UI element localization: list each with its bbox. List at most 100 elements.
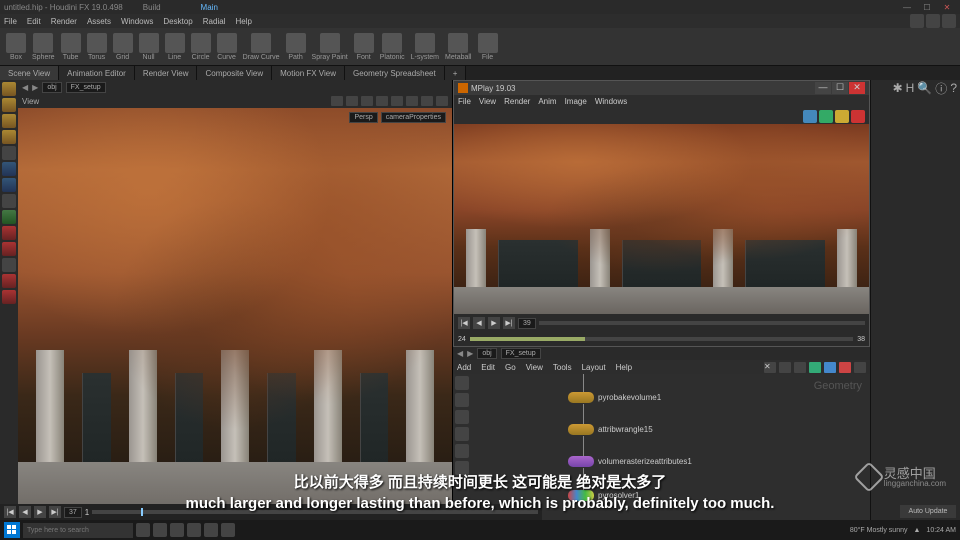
- h-icon[interactable]: H: [906, 81, 915, 95]
- construct-icon[interactable]: [2, 210, 16, 224]
- net-tool-icon[interactable]: ✕: [764, 362, 776, 373]
- snap-icon[interactable]: [2, 194, 16, 208]
- view-label[interactable]: View: [22, 97, 39, 106]
- menu-render[interactable]: Render: [51, 17, 77, 26]
- move-icon[interactable]: [2, 98, 16, 112]
- mplay-tool-icon[interactable]: [819, 110, 833, 123]
- net-tool-icon[interactable]: [824, 362, 836, 373]
- rotate-icon[interactable]: [2, 114, 16, 128]
- net-tool-icon[interactable]: [839, 362, 851, 373]
- tab-spreadsheet[interactable]: Geometry Spreadsheet: [345, 66, 445, 80]
- rec2-icon[interactable]: [2, 290, 16, 304]
- vp-icon[interactable]: [406, 96, 418, 106]
- net-fwd-icon[interactable]: ▶: [467, 349, 473, 358]
- frame-slider[interactable]: [539, 321, 865, 325]
- pyro-icon[interactable]: [2, 242, 16, 256]
- vp-camera[interactable]: cameraProperties: [381, 112, 446, 123]
- task-icon[interactable]: [136, 523, 150, 537]
- tl-play-button[interactable]: ▶: [34, 506, 46, 518]
- shelf-lsystem[interactable]: L-system: [411, 33, 439, 61]
- range-slider[interactable]: [470, 337, 853, 341]
- misc-icon[interactable]: [2, 258, 16, 272]
- net-back-icon[interactable]: ◀: [457, 349, 463, 358]
- camera-icon[interactable]: [942, 14, 956, 28]
- mplay-tool-icon[interactable]: [851, 110, 865, 123]
- shelf-box[interactable]: Box: [6, 33, 26, 61]
- info-icon[interactable]: ⓘ: [935, 80, 947, 97]
- tl-frame[interactable]: 37: [64, 507, 82, 518]
- net-side-icon[interactable]: [455, 427, 469, 441]
- maximize-button[interactable]: ☐: [918, 3, 936, 12]
- help-icon[interactable]: ?: [950, 81, 957, 95]
- rec-icon[interactable]: [2, 274, 16, 288]
- net-side-icon[interactable]: [455, 461, 469, 475]
- shelf-platonic[interactable]: Platonic: [380, 33, 405, 61]
- net-tool-icon[interactable]: [794, 362, 806, 373]
- network-canvas[interactable]: Geometry pyrobakevolume1 attribwrangle15…: [453, 374, 870, 520]
- path-obj[interactable]: obj: [42, 82, 61, 93]
- net-menu-help[interactable]: Help: [616, 363, 632, 372]
- menu-desktop[interactable]: Desktop: [163, 17, 192, 26]
- mplay-menu-view[interactable]: View: [479, 97, 496, 106]
- net-menu-edit[interactable]: Edit: [481, 363, 495, 372]
- task-icon[interactable]: [153, 523, 167, 537]
- net-menu-view[interactable]: View: [526, 363, 543, 372]
- tab-scene-view[interactable]: Scene View: [0, 66, 59, 80]
- net-side-icon[interactable]: [455, 444, 469, 458]
- shelf-null[interactable]: Null: [139, 33, 159, 61]
- tray-icon[interactable]: ▲: [913, 527, 920, 534]
- net-path-obj[interactable]: obj: [477, 348, 496, 359]
- tl-prev-button[interactable]: ◀: [19, 506, 31, 518]
- mplay-close-button[interactable]: ✕: [849, 82, 865, 94]
- menu-windows[interactable]: Windows: [121, 17, 153, 26]
- sim-icon[interactable]: [2, 226, 16, 240]
- menu-assets[interactable]: Assets: [87, 17, 111, 26]
- menu-radial[interactable]: Radial: [203, 17, 226, 26]
- task-icon[interactable]: [187, 523, 201, 537]
- path-fwd-icon[interactable]: ▶: [32, 83, 38, 92]
- shelf-tube[interactable]: Tube: [61, 33, 81, 61]
- vp-icon[interactable]: [436, 96, 448, 106]
- net-side-icon[interactable]: [455, 376, 469, 390]
- path-back-icon[interactable]: ◀: [22, 83, 28, 92]
- net-path-scene[interactable]: FX_setup: [501, 348, 541, 359]
- shelf-metaball[interactable]: Metaball: [445, 33, 471, 61]
- clock[interactable]: 10:24 AM: [926, 527, 956, 534]
- tool2-icon[interactable]: [2, 178, 16, 192]
- cloud-icon[interactable]: [910, 14, 924, 28]
- net-tool-icon[interactable]: [779, 362, 791, 373]
- shelf-font[interactable]: Font: [354, 33, 374, 61]
- next-frame-button[interactable]: ▶|: [503, 317, 515, 329]
- auto-update-button[interactable]: Auto Update: [900, 505, 956, 518]
- search-icon[interactable]: 🔍: [917, 81, 932, 95]
- first-frame-button[interactable]: |◀: [458, 317, 470, 329]
- shelf-sphere[interactable]: Sphere: [32, 33, 55, 61]
- close-button[interactable]: ✕: [938, 3, 956, 12]
- net-side-icon[interactable]: [455, 410, 469, 424]
- tab-render-view[interactable]: Render View: [135, 66, 198, 80]
- shelf-file[interactable]: File: [478, 33, 498, 61]
- shelf-grid[interactable]: Grid: [113, 33, 133, 61]
- vp-icon[interactable]: [391, 96, 403, 106]
- taskbar-search[interactable]: Type here to search: [23, 523, 133, 538]
- node-attribwrangle[interactable]: attribwrangle15: [568, 424, 653, 435]
- mplay-tool-icon[interactable]: [835, 110, 849, 123]
- mplay-menu-file[interactable]: File: [458, 97, 471, 106]
- net-menu-add[interactable]: Add: [457, 363, 471, 372]
- vp-icon[interactable]: [361, 96, 373, 106]
- net-side-icon[interactable]: [455, 393, 469, 407]
- tab-animation[interactable]: Animation Editor: [59, 66, 135, 80]
- net-tool-icon[interactable]: [854, 362, 866, 373]
- task-icon[interactable]: [204, 523, 218, 537]
- task-icon[interactable]: [170, 523, 184, 537]
- minimize-button[interactable]: —: [898, 3, 916, 12]
- mplay-menu-image[interactable]: Image: [565, 97, 587, 106]
- menu-file[interactable]: File: [4, 17, 17, 26]
- select-icon[interactable]: [2, 82, 16, 96]
- play-button[interactable]: ▶: [488, 317, 500, 329]
- net-menu-layout[interactable]: Layout: [582, 363, 606, 372]
- shelf-torus[interactable]: Torus: [87, 33, 107, 61]
- tl-next-button[interactable]: ▶|: [49, 506, 61, 518]
- render-icon[interactable]: [926, 14, 940, 28]
- shelf-curve[interactable]: Curve: [217, 33, 237, 61]
